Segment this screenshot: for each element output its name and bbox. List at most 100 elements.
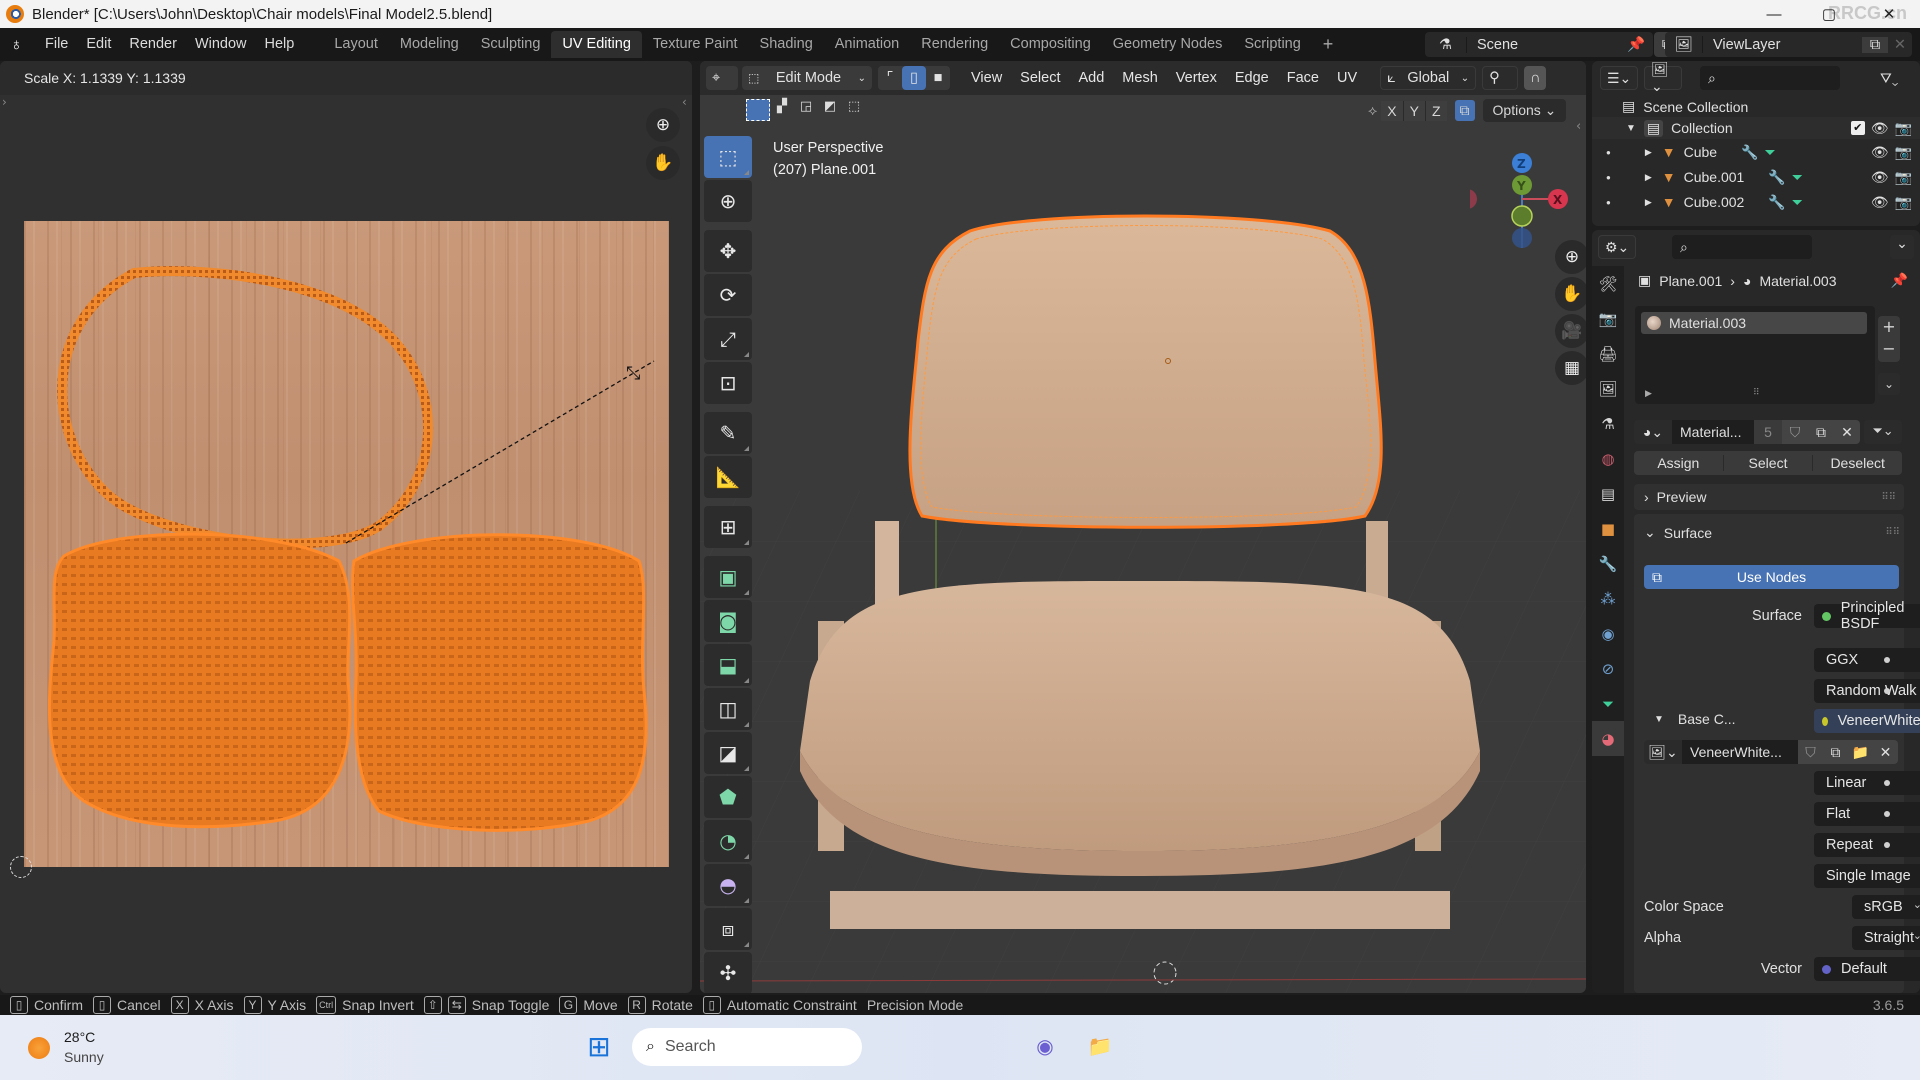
render-camera-icon[interactable]: 📷 bbox=[1895, 194, 1912, 211]
mesh-data-icon[interactable]: ⏷ bbox=[1792, 169, 1803, 186]
face-select-icon[interactable]: ■ bbox=[926, 66, 950, 90]
view-layer-tab-icon[interactable]: 🖼 bbox=[1592, 371, 1624, 406]
source-dropdown[interactable]: Single Image⌄ bbox=[1814, 864, 1920, 888]
menu-mesh[interactable]: Mesh bbox=[1113, 70, 1166, 86]
link-dropdown-icon[interactable]: ⏷⌄ bbox=[1864, 420, 1902, 444]
mesh-data-icon[interactable]: ⏷ bbox=[1765, 144, 1776, 161]
scene-name[interactable]: Scene bbox=[1467, 37, 1627, 53]
outliner-item[interactable]: ● ▶ ▼ Cube 🔧 ⏷ 👁 📷 bbox=[1592, 141, 1920, 163]
rotate-tool[interactable]: ⟳ bbox=[704, 274, 752, 316]
exclude-checkbox[interactable]: ✔ bbox=[1850, 121, 1865, 135]
menu-select[interactable]: Select bbox=[1011, 70, 1069, 86]
navigation-gizmo[interactable]: Z Y X bbox=[1470, 145, 1580, 255]
world-tab-icon[interactable]: ◍ bbox=[1592, 441, 1624, 476]
extrude-tool[interactable]: ▣ bbox=[704, 556, 752, 598]
knife-tool[interactable]: ◪ bbox=[704, 732, 752, 774]
outliner-item[interactable]: ● ▶ ▼ Cube.001 🔧 ⏷ 👁 📷 bbox=[1592, 166, 1920, 188]
windows-start-icon[interactable]: ⊞ bbox=[582, 1029, 616, 1063]
color-space-dropdown[interactable]: sRGB ⌄ bbox=[1852, 895, 1920, 919]
particles-tab-icon[interactable]: ⁂ bbox=[1592, 581, 1624, 616]
move-tool[interactable]: ✥ bbox=[704, 230, 752, 272]
pivot-point-dropdown[interactable]: ⚲ bbox=[1482, 66, 1519, 90]
browse-material-icon[interactable]: ◕⌄ bbox=[1634, 420, 1672, 444]
view-layer-filter-icon[interactable]: 🖼⌄ bbox=[1644, 61, 1682, 94]
surface-shader-field[interactable]: Principled BSDF bbox=[1814, 600, 1920, 632]
menu-render[interactable]: Render bbox=[120, 28, 186, 61]
menu-face[interactable]: Face bbox=[1278, 70, 1328, 86]
socket-dot[interactable] bbox=[1884, 780, 1890, 786]
scale-tool[interactable]: ⤢ bbox=[704, 318, 752, 360]
data-tab-icon[interactable]: ⏷ bbox=[1592, 686, 1624, 721]
pin-icon[interactable]: 📌 bbox=[1627, 36, 1653, 53]
pan-hand-icon[interactable]: ✋ bbox=[646, 146, 680, 180]
tab-uv-editing[interactable]: UV Editing bbox=[551, 31, 642, 58]
edge-slide-tool[interactable]: ⧈ bbox=[704, 908, 752, 950]
duplicate-material-icon[interactable]: ⧉ bbox=[1808, 420, 1834, 444]
expand-triangle-icon[interactable]: ▼ bbox=[1626, 123, 1636, 134]
menu-edge[interactable]: Edge bbox=[1226, 70, 1278, 86]
delete-viewlayer-button[interactable]: ✕ bbox=[1888, 37, 1912, 53]
select-intersect-icon[interactable]: ⬚ bbox=[842, 99, 866, 121]
remove-slot-button[interactable]: − bbox=[1878, 338, 1900, 360]
preview-panel-header[interactable]: › Preview ⠿⠿ bbox=[1634, 484, 1904, 510]
cursor-tool[interactable]: ⊕ bbox=[704, 180, 752, 222]
constraints-tab-icon[interactable]: ⊘ bbox=[1592, 651, 1624, 686]
pin-icon[interactable]: 📌 bbox=[1891, 272, 1908, 289]
outliner-item[interactable]: ● ▶ ▼ Cube.002 🔧 ⏷ 👁 📷 bbox=[1592, 191, 1920, 213]
new-viewlayer-button[interactable]: ⧉ bbox=[1862, 36, 1888, 53]
weather-temp[interactable]: 28°C bbox=[64, 1029, 95, 1045]
uv-texture-image[interactable]: ⤡ bbox=[24, 221, 669, 867]
surface-panel-header[interactable]: ⌄ Surface ⠿⠿ bbox=[1644, 524, 1900, 541]
loop-cut-tool[interactable]: ◫ bbox=[704, 688, 752, 730]
use-nodes-button[interactable]: ⧉ Use Nodes bbox=[1644, 565, 1899, 589]
tab-sculpting[interactable]: Sculpting bbox=[470, 31, 552, 58]
edge-select-icon[interactable]: ▯ bbox=[902, 66, 926, 90]
mirror-x[interactable]: X bbox=[1381, 100, 1403, 121]
minimize-button[interactable]: — bbox=[1751, 0, 1797, 28]
menu-file[interactable]: File bbox=[36, 28, 77, 61]
tab-layout[interactable]: Layout bbox=[323, 31, 389, 58]
auto-merge-icon[interactable]: ⧉ bbox=[1454, 100, 1475, 121]
socket-dot[interactable] bbox=[1884, 842, 1890, 848]
mirror-y[interactable]: Y bbox=[1402, 100, 1425, 121]
unlink-material-icon[interactable]: ✕ bbox=[1834, 420, 1860, 444]
spin-tool[interactable]: ◔ bbox=[704, 820, 752, 862]
properties-search-input[interactable]: ⌕ bbox=[1672, 235, 1812, 259]
tab-compositing[interactable]: Compositing bbox=[999, 31, 1102, 58]
socket-dot[interactable] bbox=[1884, 657, 1890, 663]
menu-help[interactable]: Help bbox=[256, 28, 304, 61]
distribution-dropdown[interactable]: GGX⌄ bbox=[1814, 648, 1920, 672]
camera-view-icon[interactable]: 🎥 bbox=[1555, 314, 1586, 348]
modifier-wrench-icon[interactable]: 🔧 bbox=[1768, 169, 1785, 186]
tab-texture-paint[interactable]: Texture Paint bbox=[642, 31, 749, 58]
render-camera-icon[interactable]: 📷 bbox=[1895, 169, 1912, 186]
perspective-grid-icon[interactable]: ▦ bbox=[1555, 351, 1586, 385]
projection-dropdown[interactable]: Flat⌄ bbox=[1814, 802, 1920, 826]
options-chevron-icon[interactable]: ⌄ bbox=[1890, 235, 1914, 259]
add-cube-tool[interactable]: ⊞ bbox=[704, 506, 752, 548]
material-name-field[interactable]: Material... bbox=[1672, 420, 1754, 444]
add-workspace-button[interactable]: + bbox=[1312, 31, 1345, 58]
filter-icon[interactable]: ⛛⌄ bbox=[1880, 70, 1916, 87]
poly-build-tool[interactable]: ⬟ bbox=[704, 776, 752, 818]
material-slot-list[interactable]: Material.003 ▶ ⠿ bbox=[1635, 306, 1875, 404]
menu-view[interactable]: View bbox=[962, 70, 1011, 86]
bevel-tool[interactable]: ⬓ bbox=[704, 644, 752, 686]
2d-cursor-icon[interactable] bbox=[10, 856, 32, 878]
menu-add[interactable]: Add bbox=[1069, 70, 1113, 86]
modifier-wrench-icon[interactable]: 🔧 bbox=[1768, 194, 1785, 211]
extension-dropdown[interactable]: Repeat⌄ bbox=[1814, 833, 1920, 857]
image-name-field[interactable]: VeneerWhite... bbox=[1682, 740, 1798, 764]
menu-vertex[interactable]: Vertex bbox=[1167, 70, 1226, 86]
select-box-tool[interactable]: ⬚ bbox=[704, 136, 752, 178]
tab-rendering[interactable]: Rendering bbox=[910, 31, 999, 58]
outliner-search-input[interactable]: ⌕ bbox=[1700, 66, 1840, 90]
open-folder-icon[interactable]: 📁 bbox=[1848, 740, 1873, 764]
taskbar-search[interactable]: ⌕ Search bbox=[632, 1028, 862, 1066]
expand-left-arrow-icon[interactable]: › bbox=[2, 95, 7, 109]
menu-edit[interactable]: Edit bbox=[77, 28, 120, 61]
transform-tool[interactable]: ⊡ bbox=[704, 362, 752, 404]
smooth-tool[interactable]: ◓ bbox=[704, 864, 752, 906]
tool-tab-icon[interactable]: 🛠 bbox=[1592, 266, 1624, 301]
physics-tab-icon[interactable]: ◉ bbox=[1592, 616, 1624, 651]
